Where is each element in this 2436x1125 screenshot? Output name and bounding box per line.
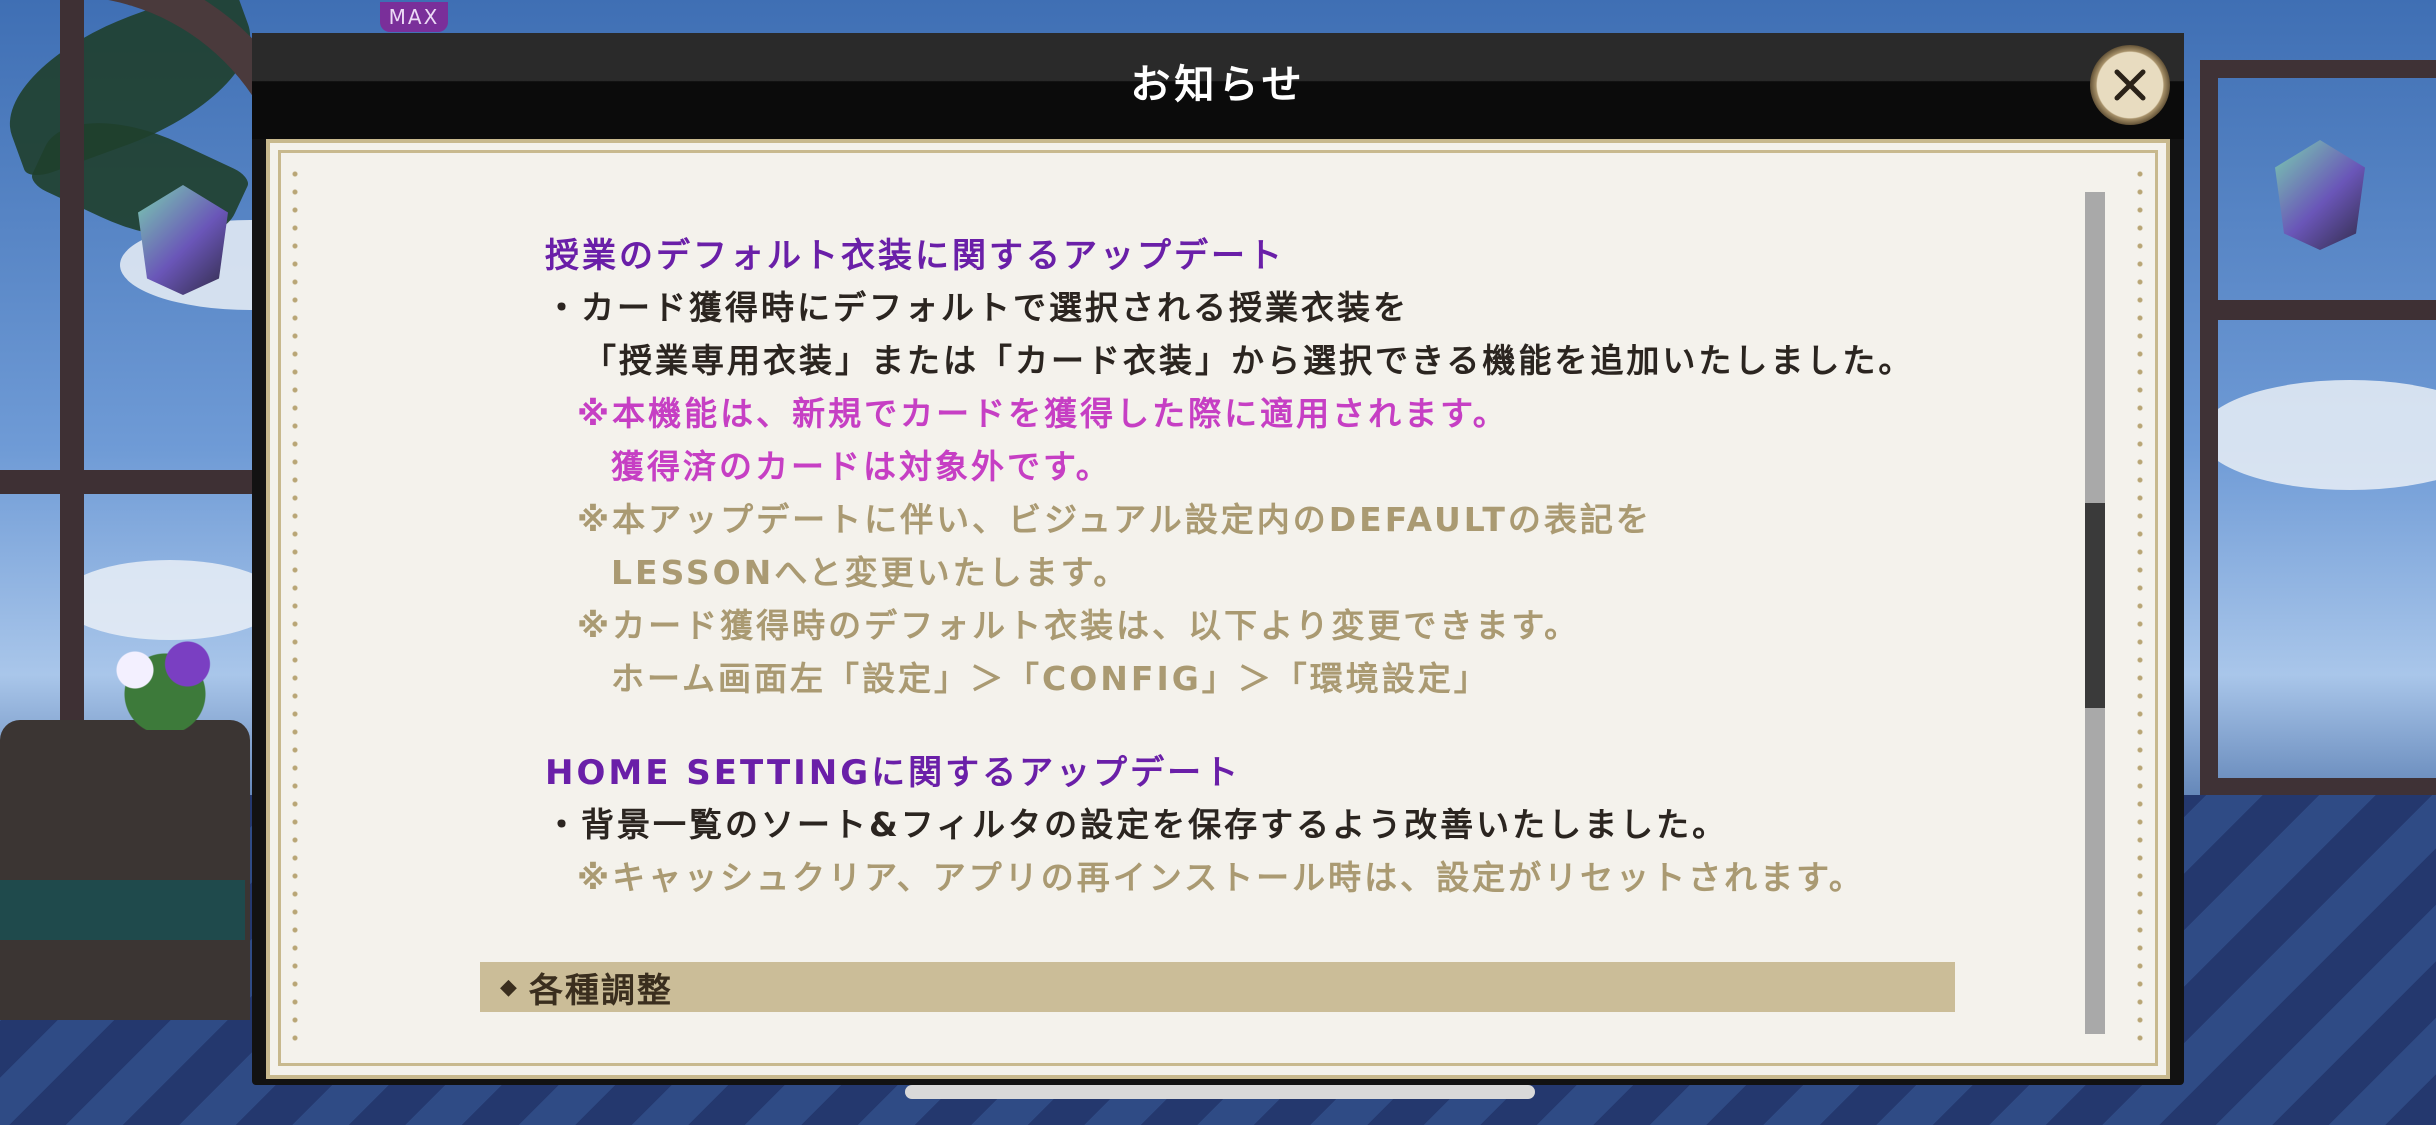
chair-seat <box>0 880 245 940</box>
highlight-note: ※本機能は、新規でカードを獲得した際に適用されます。 <box>577 394 1509 433</box>
beam <box>60 0 84 720</box>
flower-vase <box>90 610 240 730</box>
close-button[interactable] <box>2090 45 2170 125</box>
section-title: 授業のデフォルト衣装に関するアップデート <box>545 236 1285 276</box>
max-badge: MAX <box>380 2 448 32</box>
body-text: ・カード獲得時にデフォルトで選択される授業衣装を <box>545 288 1409 327</box>
muted-note: ※本アップデートに伴い、ビジュアル設定内のDEFAULTの表記を <box>577 500 1652 539</box>
dotted-border-right <box>2137 165 2143 1050</box>
section-banner: ◆ 各種調整 <box>480 962 1955 1012</box>
muted-note: LESSONへと変更いたします。 <box>611 553 1130 592</box>
body-text: 「授業専用衣装」または「カード衣装」から選択できる機能を追加いたしました。 <box>583 341 1915 380</box>
close-icon <box>2114 69 2146 101</box>
beam <box>2200 300 2436 320</box>
dotted-border-left <box>292 165 298 1050</box>
notice-content: 授業のデフォルト衣装に関するアップデート ・カード獲得時にデフォルトで選択される… <box>545 228 1965 904</box>
beam <box>0 470 260 494</box>
diamond-icon: ◆ <box>500 974 519 1000</box>
chair <box>0 720 250 1020</box>
muted-note: ホーム画面左「設定」＞「CONFIG」＞「環境設定」 <box>611 659 1490 698</box>
dialog-title: お知らせ <box>1130 62 1306 108</box>
highlight-note: 獲得済のカードは対象外です。 <box>611 447 1112 486</box>
body-text: ・背景一覧のソート&フィルタの設定を保存するよう改善いたしました。 <box>545 805 1729 844</box>
bottom-handle <box>905 1085 1535 1099</box>
muted-note: ※キャッシュクリア、アプリの再インストール時は、設定がリセットされます。 <box>577 858 1865 897</box>
muted-note: ※カード獲得時のデフォルト衣装は、以下より変更できます。 <box>577 606 1581 645</box>
banner-label: 各種調整 <box>528 970 673 1011</box>
section-title: HOME SETTINGに関するアップデート <box>545 753 1242 793</box>
scrollbar-thumb[interactable] <box>2085 503 2105 708</box>
